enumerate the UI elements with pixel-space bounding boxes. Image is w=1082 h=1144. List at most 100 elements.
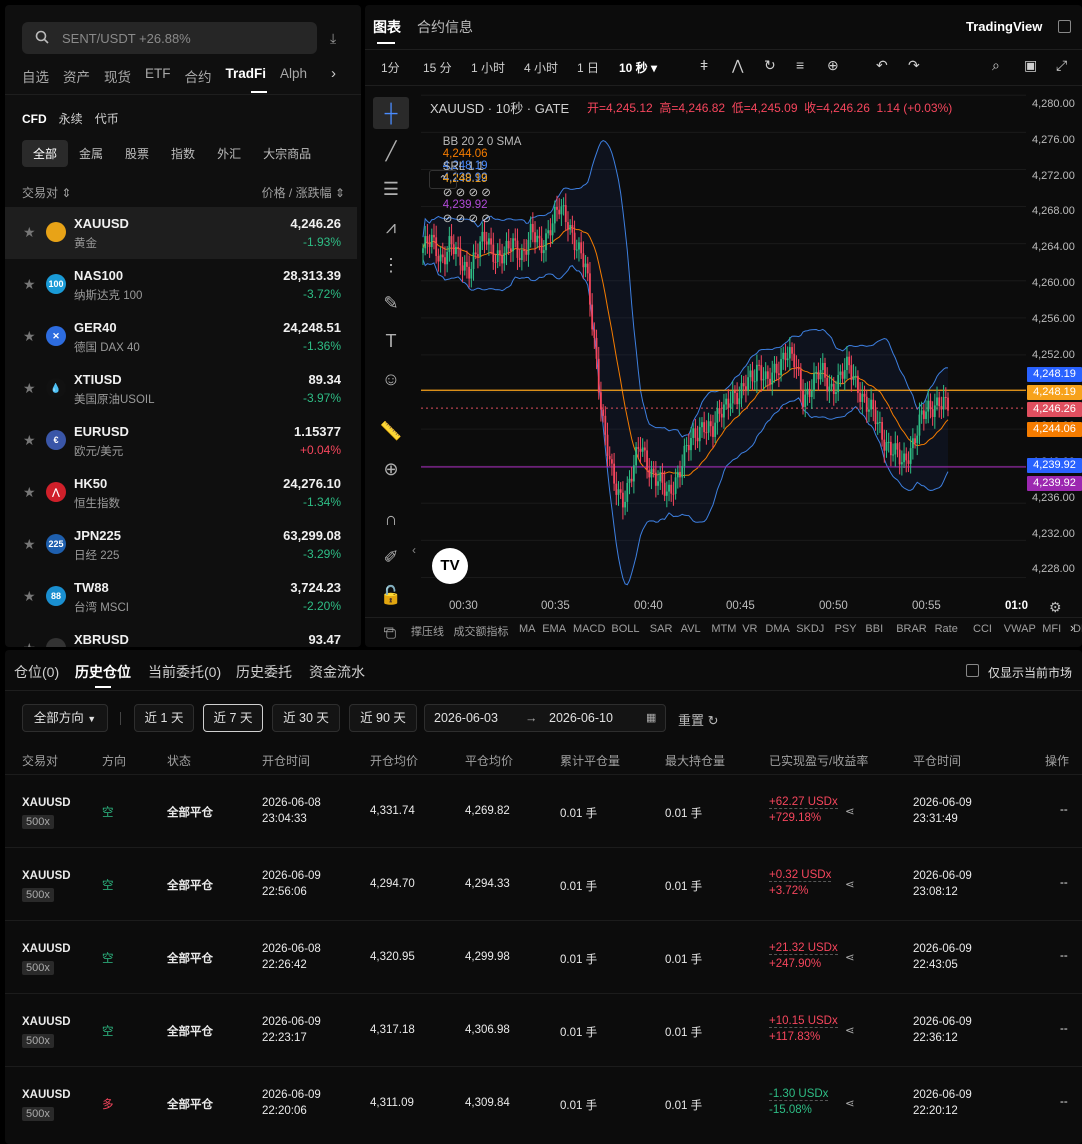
- instrument-row[interactable]: ★ XBRUSD 93.47: [5, 623, 357, 647]
- measure-lines-icon[interactable]: ⋮: [373, 249, 409, 281]
- tab-chart[interactable]: 图表: [373, 17, 401, 37]
- category-chip-2[interactable]: 股票: [114, 140, 160, 167]
- add-icon[interactable]: ⊕: [827, 57, 839, 74]
- share-icon[interactable]: ⋖: [845, 950, 855, 964]
- favorite-star-icon[interactable]: ★: [23, 589, 37, 603]
- indicator-12[interactable]: PSY: [835, 623, 857, 635]
- legend-collapse-button[interactable]: ⌃: [429, 170, 457, 189]
- table-row[interactable]: XAUUSD 500x 空 全部平仓 2026-06-08 22:26:42 4,320.9…: [5, 920, 1082, 993]
- date-range-picker[interactable]: 2026-06-03 → 2026-06-10 ▦: [424, 704, 666, 732]
- indicator-0[interactable]: 撑压线: [411, 623, 444, 639]
- indicator-3[interactable]: EMA: [542, 623, 566, 635]
- market-tab-6[interactable]: Alph: [280, 66, 307, 88]
- favorite-star-icon[interactable]: ★: [23, 329, 37, 343]
- tabs-scroll-right-icon[interactable]: ›: [331, 65, 336, 82]
- favorite-star-icon[interactable]: ★: [23, 381, 37, 395]
- timeframe-2[interactable]: 1 小时: [471, 59, 505, 76]
- sub-tab-2[interactable]: 代币: [95, 112, 119, 126]
- category-chip-4[interactable]: 外汇: [206, 140, 252, 167]
- camera-icon[interactable]: ▣: [1024, 57, 1037, 74]
- table-row[interactable]: XAUUSD 500x 空 全部平仓 2026-06-09 22:56:06 4,294.7…: [5, 847, 1082, 920]
- favorite-star-icon[interactable]: ★: [23, 485, 37, 499]
- tradingview-checkbox[interactable]: [1058, 20, 1071, 33]
- candle-type-icon[interactable]: ǂ: [700, 57, 708, 73]
- positions-tab-1[interactable]: 历史仓位: [75, 662, 131, 682]
- share-icon[interactable]: ⋖: [845, 804, 855, 818]
- indicator-7[interactable]: AVL: [681, 623, 701, 635]
- table-row[interactable]: XAUUSD 500x 空 全部平仓 2026-06-08 23:04:33 4,331.7…: [5, 774, 1082, 847]
- sub-tab-0[interactable]: CFD: [22, 112, 47, 126]
- replay-icon[interactable]: ↻: [764, 57, 776, 74]
- market-tab-2[interactable]: 现货: [104, 66, 131, 88]
- category-chip-5[interactable]: 大宗商品: [252, 140, 322, 167]
- instrument-row[interactable]: ★ 100 NAS100 纳斯达克 100 28,313.39 -3.72%: [5, 259, 357, 311]
- timeframe-5[interactable]: 10 秒 ▾: [619, 59, 657, 76]
- instrument-row[interactable]: ★ 88 TW88 台湾 MSCI 3,724.23 -2.20%: [5, 571, 357, 623]
- indicator-6[interactable]: SAR: [650, 623, 673, 635]
- col-header-pair[interactable]: 交易对 ⇕: [22, 184, 71, 201]
- timeframe-0[interactable]: 1分: [381, 59, 400, 76]
- positions-tab-2[interactable]: 当前委托(0): [148, 662, 221, 682]
- market-tab-1[interactable]: 资产: [63, 66, 90, 88]
- fullscreen-icon[interactable]: ⤢: [1056, 57, 1067, 74]
- indicator-1[interactable]: 成交额指标: [454, 623, 509, 639]
- lock-icon[interactable]: 🔓: [373, 579, 409, 611]
- share-icon[interactable]: ⋖: [845, 877, 855, 891]
- indicator-19[interactable]: DM: [1073, 623, 1082, 635]
- indicator-2[interactable]: MA: [519, 623, 536, 635]
- indicator-panel-icon[interactable]: ▭: [383, 622, 394, 636]
- undo-icon[interactable]: ↶: [876, 57, 888, 74]
- category-chip-1[interactable]: 金属: [68, 140, 114, 167]
- brush-tool-icon[interactable]: ✎: [373, 287, 409, 319]
- indicator-9[interactable]: VR: [742, 623, 757, 635]
- indicator-5[interactable]: BOLL: [611, 623, 639, 635]
- pattern-tool-icon[interactable]: ⩘: [373, 211, 409, 243]
- axis-settings-icon[interactable]: ⚙: [1049, 599, 1062, 616]
- market-tab-0[interactable]: 自选: [22, 66, 49, 88]
- favorite-star-icon[interactable]: ★: [23, 433, 37, 447]
- redo-icon[interactable]: ↷: [908, 57, 920, 74]
- range-button-3[interactable]: 近 90 天: [349, 704, 417, 732]
- range-button-2[interactable]: 近 30 天: [272, 704, 340, 732]
- indicator-10[interactable]: DMA: [765, 623, 789, 635]
- tab-contract-info[interactable]: 合约信息: [417, 17, 473, 37]
- instrument-row[interactable]: ★ 💧 XTIUSD 美国原油USOIL 89.34 -3.97%: [5, 363, 357, 415]
- instrument-row[interactable]: ★ ⋀ HK50 恒生指数 24,276.10 -1.34%: [5, 467, 357, 519]
- search-icon[interactable]: ⌕: [992, 57, 1000, 74]
- crosshair-tool-icon[interactable]: ┼: [373, 97, 409, 129]
- pin-icon[interactable]: ⤓: [330, 30, 336, 47]
- instrument-row[interactable]: ★ XAUUSD 黄金 4,246.26 -1.93%: [5, 207, 357, 259]
- indicator-13[interactable]: BBI: [865, 623, 883, 635]
- indicator-14[interactable]: BRAR: [896, 623, 927, 635]
- indicator-4[interactable]: MACD: [573, 623, 605, 635]
- share-icon[interactable]: ⋖: [845, 1096, 855, 1110]
- emoji-tool-icon[interactable]: ☺: [373, 363, 409, 395]
- col-header-price[interactable]: 价格 / 涨跌幅 ⇕: [262, 184, 345, 201]
- direction-select[interactable]: 全部方向 ▼: [22, 704, 108, 732]
- timeframe-3[interactable]: 4 小时: [524, 59, 558, 76]
- positions-tab-0[interactable]: 仓位(0): [14, 662, 59, 682]
- indicator-16[interactable]: CCI: [973, 623, 992, 635]
- positions-tab-3[interactable]: 历史委托: [236, 662, 292, 682]
- favorite-star-icon[interactable]: ★: [23, 277, 37, 291]
- timeframe-4[interactable]: 1 日: [577, 59, 599, 76]
- share-icon[interactable]: ⋖: [845, 1023, 855, 1037]
- favorite-star-icon[interactable]: ★: [23, 537, 37, 551]
- settings-list-icon[interactable]: ≡: [796, 57, 804, 73]
- instrument-row[interactable]: ★ ✕ GER40 德国 DAX 40 24,248.51 -1.36%: [5, 311, 357, 363]
- favorite-star-icon[interactable]: ★: [23, 225, 37, 239]
- pencil-lock-icon[interactable]: ✐: [373, 541, 409, 573]
- indicator-8[interactable]: MTM: [711, 623, 736, 635]
- category-chip-0[interactable]: 全部: [22, 140, 69, 167]
- market-tab-3[interactable]: ETF: [145, 66, 171, 88]
- reset-button[interactable]: 重置 ↻: [678, 710, 719, 729]
- table-row[interactable]: XAUUSD 500x 多 全部平仓 2026-06-09 22:20:06 4,311.0…: [5, 1066, 1082, 1139]
- range-button-1[interactable]: 近 7 天: [203, 704, 263, 732]
- fib-tool-icon[interactable]: ☰: [373, 173, 409, 205]
- indicator-11[interactable]: SKDJ: [796, 623, 824, 635]
- zoom-tool-icon[interactable]: ⊕: [373, 453, 409, 485]
- indicator-17[interactable]: VWAP: [1004, 623, 1036, 635]
- instrument-row[interactable]: ★ 225 JPN225 日经 225 63,299.08 -3.29%: [5, 519, 357, 571]
- market-tab-4[interactable]: 合约: [185, 66, 212, 88]
- timeframe-1[interactable]: 15 分: [423, 59, 452, 76]
